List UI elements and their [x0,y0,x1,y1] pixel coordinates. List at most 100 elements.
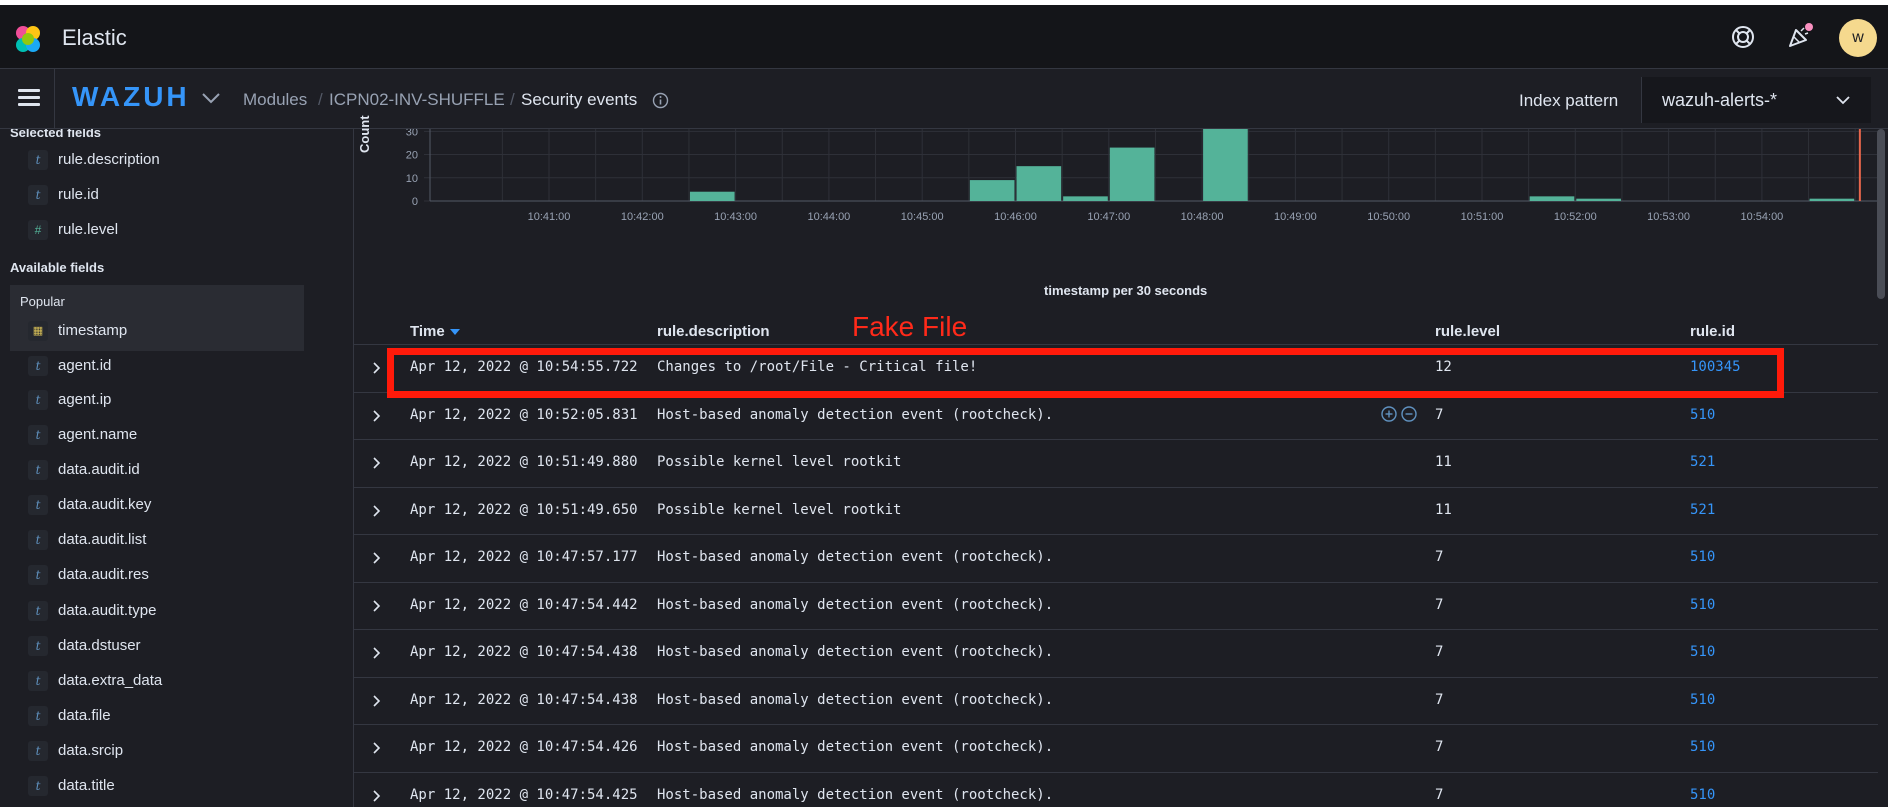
field-name: data.extra_data [58,672,163,689]
help-icon[interactable] [1728,22,1758,52]
cell-rule-id-link[interactable]: 510 [1690,644,1715,660]
table-row[interactable]: Apr 12, 2022 @ 10:51:49.650 Possible kern… [354,486,1878,534]
cell-rule-id-link[interactable]: 521 [1690,502,1715,518]
info-icon[interactable] [652,92,669,109]
chart-x-axis-label: timestamp per 30 seconds [1044,283,1208,298]
table-row[interactable]: Apr 12, 2022 @ 10:52:05.831 Host-based an… [354,391,1878,439]
available-field-item[interactable]: t agent.id [0,349,304,383]
expand-chevron-icon[interactable] [370,361,384,375]
histogram-bar [1809,198,1855,201]
cell-rule-id-link[interactable]: 510 [1690,549,1715,565]
histogram-bar [1016,166,1062,201]
available-field-item[interactable]: t data.file [0,699,304,733]
x-tick-label: 10:53:00 [1647,211,1690,223]
table-row[interactable]: Apr 12, 2022 @ 10:47:54.438 Host-based an… [354,629,1878,676]
user-avatar[interactable]: w [1839,19,1877,57]
expand-chevron-icon[interactable] [370,409,384,423]
wazuh-logo[interactable]: WAZUH [72,81,190,113]
x-tick-label: 10:54:00 [1740,211,1783,223]
available-field-item[interactable]: t data.audit.key [0,488,304,522]
string-type-icon: t [28,530,48,550]
available-field-item[interactable]: ▦ timestamp [0,314,304,348]
annotation-highlight-box [387,348,1784,398]
available-field-item[interactable]: t data.extra_data [0,664,304,698]
table-row[interactable]: Apr 12, 2022 @ 10:47:54.426 Host-based an… [354,724,1878,771]
cell-time: Apr 12, 2022 @ 10:47:54.438 [410,691,638,708]
annotation-label: Fake File [852,311,968,342]
breadcrumb-modules[interactable]: Modules [243,90,307,110]
table-row[interactable]: Apr 12, 2022 @ 10:47:54.442 Host-based an… [354,581,1878,629]
news-feed-icon[interactable] [1784,22,1814,52]
breadcrumb-separator: / [318,90,323,109]
string-type-icon: t [28,495,48,515]
column-header-description[interactable]: rule.description [657,323,770,340]
available-field-item[interactable]: t data.audit.res [0,558,304,592]
x-tick-label: 10:46:00 [994,211,1037,223]
selected-field-item[interactable]: t rule.id [0,178,304,212]
table-row[interactable]: Apr 12, 2022 @ 10:47:54.438 Host-based an… [354,676,1878,724]
expand-chevron-icon[interactable] [370,741,384,755]
cell-rule-id-link[interactable]: 510 [1690,787,1715,803]
field-name: agent.ip [58,391,112,408]
field-name: agent.name [58,426,138,443]
expand-chevron-icon[interactable] [370,551,384,565]
string-type-icon: t [28,565,48,585]
expand-chevron-icon[interactable] [370,694,384,708]
chevron-down-icon [1836,96,1850,105]
filter-for-value-icon[interactable] [1380,405,1420,423]
y-tick-label: 30 [406,129,418,138]
cell-level: 7 [1435,691,1444,708]
y-tick-label: 20 [406,150,418,162]
string-type-icon: t [28,636,48,656]
cell-rule-id-link[interactable]: 510 [1690,597,1715,613]
available-field-item[interactable]: t data.srcip [0,734,304,768]
available-field-item[interactable]: t data.audit.type [0,594,304,628]
calendar-icon: ▦ [28,321,48,341]
field-name: rule.description [58,151,160,168]
available-field-item[interactable]: t data.audit.list [0,523,304,557]
available-field-item[interactable]: t data.title [0,769,304,803]
available-field-item[interactable]: t data.dstuser [0,629,304,663]
index-pattern-select[interactable]: wazuh-alerts-* [1641,77,1871,123]
popular-label: Popular [20,294,65,309]
available-field-item[interactable]: t agent.name [0,418,304,452]
table-row[interactable]: Apr 12, 2022 @ 10:47:57.177 Host-based an… [354,534,1878,581]
string-type-icon: t [28,390,48,410]
expand-chevron-icon[interactable] [370,646,384,660]
number-type-icon: # [28,220,48,240]
selected-field-item[interactable]: # rule.level [0,213,304,247]
sort-descending-icon[interactable] [449,329,460,336]
breadcrumb-agent[interactable]: ICPN02-INV-SHUFFLE [329,90,505,110]
chevron-down-icon[interactable] [200,87,222,109]
field-name: rule.id [58,186,99,203]
available-field-item[interactable]: t agent.ip [0,383,304,417]
column-header-level[interactable]: rule.level [1435,323,1500,340]
column-header-id[interactable]: rule.id [1690,323,1735,340]
expand-chevron-icon[interactable] [370,599,384,613]
breadcrumb-separator: / [510,90,515,109]
string-type-icon: t [28,671,48,691]
cell-rule-id-link[interactable]: 510 [1690,407,1715,423]
expand-chevron-icon[interactable] [370,789,384,803]
cell-rule-id-link[interactable]: 521 [1690,454,1715,470]
table-row[interactable]: Apr 12, 2022 @ 10:51:49.880 Possible kern… [354,439,1878,486]
y-tick-label: 10 [406,173,418,185]
scrollbar[interactable] [1877,129,1885,299]
table-row[interactable]: Apr 12, 2022 @ 10:47:54.425 Host-based an… [354,771,1878,807]
field-name: agent.id [58,357,112,374]
app-window: Elastic w WAZUH Modules / ICPN02-INV-SHU… [0,5,1888,807]
global-header: Elastic w [0,5,1888,69]
available-field-item[interactable]: t data.audit.id [0,453,304,487]
cell-description: Host-based anomaly detection event (root… [657,739,1054,755]
expand-chevron-icon[interactable] [370,456,384,470]
field-name: timestamp [58,322,128,339]
field-name: data.audit.res [58,566,149,583]
cell-rule-id-link[interactable]: 510 [1690,692,1715,708]
column-header-time[interactable]: Time [410,323,460,340]
menu-icon[interactable] [18,89,40,107]
elastic-logo-icon[interactable] [12,23,44,55]
expand-chevron-icon[interactable] [370,504,384,518]
brand-title[interactable]: Elastic [62,25,127,51]
selected-field-item[interactable]: t rule.description [0,143,304,177]
cell-rule-id-link[interactable]: 510 [1690,739,1715,755]
